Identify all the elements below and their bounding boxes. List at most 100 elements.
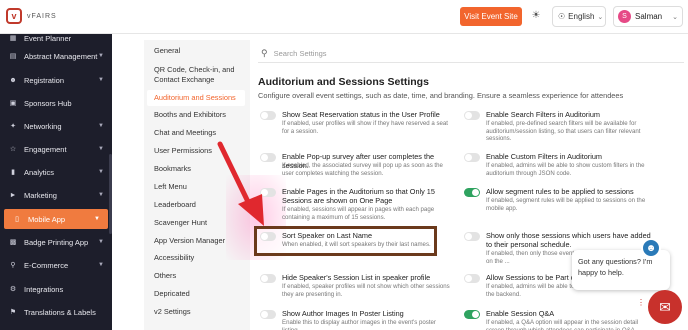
- setting-description: If enabled, user profiles will show if t…: [282, 120, 448, 135]
- briefcase-icon: ▣: [9, 100, 17, 107]
- chevron-down-icon: ▼: [98, 123, 104, 129]
- toggle-switch[interactable]: [260, 111, 276, 120]
- chart-icon: ▮: [11, 169, 15, 176]
- search-input[interactable]: ⚲ Search Settings: [258, 44, 684, 63]
- setting-title: Show Author Images In Poster Listing: [282, 309, 404, 318]
- sidebar-item-marketing[interactable]: ► Marketing ▼: [0, 185, 112, 205]
- chevron-down-icon: ▼: [98, 146, 104, 152]
- toggle-switch[interactable]: [464, 274, 480, 283]
- sidebar-item-sponsors-hub[interactable]: ▣ Sponsors Hub: [0, 93, 112, 113]
- setting-description: Enable this to display author images in …: [282, 319, 436, 330]
- chevron-down-icon: ▼: [98, 192, 104, 198]
- setting-title: Show only those sessions which users hav…: [486, 231, 651, 249]
- chat-bubble-icon: ✉: [659, 298, 671, 315]
- setting-title: Allow segment rules to be applied to ses…: [486, 187, 634, 196]
- logo-mark-icon: v: [6, 8, 22, 24]
- plug-icon: ⚙: [9, 286, 17, 293]
- sidebar-item-label: Integrations: [24, 284, 64, 294]
- lightbulb-icon[interactable]: ☀: [529, 9, 543, 23]
- settings-nav-auditorium-sessions[interactable]: Auditorium and Sessions: [144, 93, 250, 103]
- sidebar-item-abstract-management[interactable]: ▤ Abstract Management ▼: [0, 46, 112, 66]
- user-name: Salman: [635, 12, 663, 21]
- sidebar-item-label: Networking: [24, 121, 62, 131]
- search-icon: ⚲: [261, 47, 268, 58]
- toggle-switch[interactable]: [260, 274, 276, 283]
- sidebar-item-label: E-Commerce: [24, 260, 69, 270]
- toggle-switch[interactable]: [260, 232, 276, 241]
- language-selector[interactable]: ☉ English ⌄: [552, 6, 606, 27]
- setting-description: If enabled, sessions will appear in page…: [282, 206, 435, 221]
- sidebar-item-label: Engagement: [24, 144, 67, 154]
- settings-nav-general[interactable]: General: [144, 46, 250, 56]
- user-menu[interactable]: S Salman ⌄: [613, 6, 683, 27]
- setting-title: Hide Speaker's Session List in speaker p…: [282, 273, 431, 282]
- search-placeholder: Search Settings: [273, 48, 327, 58]
- setting-description: If enabled, speaker profiles will not sh…: [282, 283, 450, 298]
- chevron-down-icon: ▼: [98, 262, 104, 268]
- mobile-icon: ▯: [15, 216, 19, 223]
- star-icon: ☆: [9, 146, 17, 153]
- chevron-down-icon: ▼: [98, 169, 104, 175]
- chat-launcher-button[interactable]: ✉: [648, 290, 682, 324]
- visit-event-site-button[interactable]: Visit Event Site: [460, 7, 522, 26]
- page-subtitle: Configure overall event settings, such a…: [258, 91, 624, 100]
- setting-description: If enabled, pre-defined search filters w…: [486, 120, 641, 143]
- sidebar-item-badge-printing-app[interactable]: ▩ Badge Printing App ▼: [0, 232, 112, 252]
- chat-bot-avatar-icon: ☻: [641, 238, 661, 258]
- sidebar-item-label: Translations & Labels: [24, 307, 96, 317]
- sidebar-item-e-commerce[interactable]: ⚲ E-Commerce ▼: [0, 255, 112, 275]
- sidebar-item-event-planner[interactable]: ▦ Event Planner: [0, 28, 112, 48]
- settings-nav-depricated[interactable]: Depricated: [144, 289, 250, 299]
- sidebar-item-integrations[interactable]: ⚙ Integrations: [0, 279, 112, 299]
- chevron-down-icon: ▼: [94, 216, 100, 222]
- setting-description: If enabled, admins will be able to show …: [486, 162, 645, 177]
- translate-icon: ⚑: [9, 309, 17, 316]
- toggle-switch[interactable]: [464, 188, 480, 197]
- toggle-switch[interactable]: [260, 310, 276, 319]
- sidebar-item-label: Sponsors Hub: [24, 98, 72, 108]
- sidebar-item-mobile-app[interactable]: ▯ Mobile App ▼: [4, 209, 108, 229]
- toggle-switch[interactable]: [464, 111, 480, 120]
- sidebar-item-label: Event Planner: [24, 33, 72, 43]
- settings-nav-v2-settings[interactable]: v2 Settings: [144, 307, 250, 317]
- page-title: Auditorium and Sessions Settings: [258, 76, 429, 88]
- settings-nav-booths-exhibitors[interactable]: Booths and Exhibitors: [144, 110, 250, 120]
- sidebar-item-label: Abstract Management: [24, 51, 98, 61]
- avatar: S: [618, 10, 631, 23]
- setting-title: Sort Speaker on Last Name: [282, 231, 373, 240]
- setting-title: Enable Pages in the Auditorium so that O…: [282, 187, 435, 205]
- sidebar-item-translations-labels[interactable]: ⚑ Translations & Labels: [0, 302, 112, 322]
- sidebar-item-networking[interactable]: ✦ Networking ▼: [0, 116, 112, 136]
- chevron-down-icon: ▼: [98, 53, 104, 59]
- chevron-down-icon: ▼: [98, 77, 104, 83]
- settings-nav-others[interactable]: Others: [144, 271, 250, 281]
- setting-title: Enable Custom Filters in Auditorium: [486, 152, 602, 161]
- logo-text: vFAIRS: [27, 12, 57, 20]
- megaphone-icon: ►: [9, 191, 17, 199]
- toggle-switch[interactable]: [464, 232, 480, 241]
- settings-nav-chat-meetings[interactable]: Chat and Meetings: [144, 128, 250, 138]
- vfairs-logo[interactable]: v vFAIRS: [6, 8, 57, 24]
- sidebar-item-label: Badge Printing App: [24, 237, 89, 247]
- globe-icon: ☉: [558, 12, 566, 21]
- settings-nav-qr-code[interactable]: QR Code, Check-in, and Contact Exchange: [144, 65, 250, 85]
- user-plus-icon: ☻: [9, 76, 17, 84]
- toggle-switch[interactable]: [464, 310, 480, 319]
- setting-title: Enable Session Q&A: [486, 309, 555, 318]
- sidebar-scrollbar[interactable]: [109, 154, 112, 234]
- setting-description: When enabled, it will sort speakers by t…: [282, 241, 431, 248]
- cart-icon: ⚲: [10, 262, 16, 269]
- setting-description: If enabled, a Q&A option will appear in …: [486, 319, 639, 330]
- sidebar: ▦ Event Planner ▤ Abstract Management ▼ …: [0, 34, 112, 330]
- sidebar-item-label: Registration: [24, 75, 65, 85]
- sidebar-item-analytics[interactable]: ▮ Analytics ▼: [0, 162, 112, 182]
- sidebar-item-label: Marketing: [24, 190, 57, 200]
- document-icon: ▤: [9, 53, 17, 60]
- toggle-switch[interactable]: [464, 153, 480, 162]
- sidebar-item-label: Mobile App: [28, 214, 66, 224]
- sidebar-item-registration[interactable]: ☻ Registration ▼: [0, 70, 112, 90]
- sidebar-item-engagement[interactable]: ☆ Engagement ▼: [0, 139, 112, 159]
- drag-handle-icon[interactable]: ⋮: [637, 299, 645, 307]
- setting-description: If enabled, segment rules will be applie…: [486, 197, 646, 212]
- chevron-down-icon: ⌄: [672, 13, 678, 21]
